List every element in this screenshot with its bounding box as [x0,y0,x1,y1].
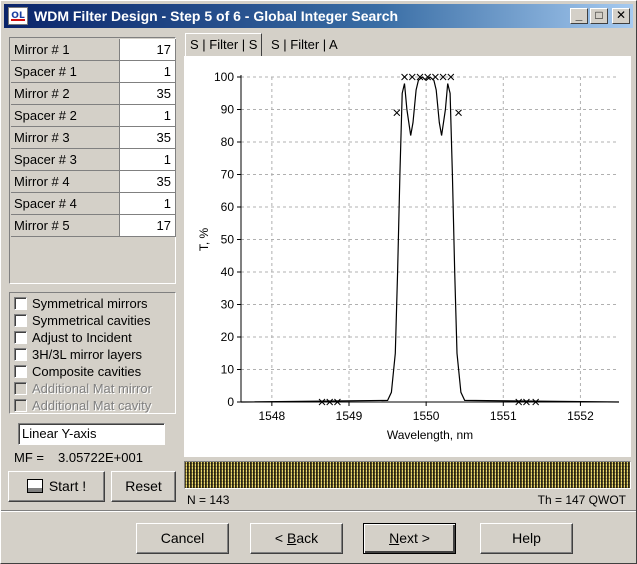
target-marker [401,73,408,81]
grid-row: Spacer # 3 1 [11,149,176,171]
wizard-window: OL WDM Filter Design - Step 5 of 6 - Glo… [0,0,637,564]
x-axis-label: Wavelength, nm [387,428,473,442]
x-tick-label: 1550 [413,409,440,423]
next-button-suffix: ext > [399,530,430,546]
title-bar[interactable]: OL WDM Filter Design - Step 5 of 6 - Glo… [4,4,633,28]
start-icon [26,479,43,493]
grid-row: Mirror # 5 17 [11,215,176,237]
layer-label: Spacer # 3 [11,149,120,171]
grid-row: Spacer # 2 1 [11,105,176,127]
close-button[interactable]: ✕ [612,8,630,24]
tab-s-filter-a[interactable]: S | Filter | A [267,34,342,56]
y-tick-label: 10 [221,363,235,377]
start-button-label: Start ! [48,478,87,494]
layer-label: Spacer # 4 [11,193,120,215]
checkbox-label: Symmetrical mirrors [32,296,148,311]
y-tick-label: 30 [221,298,235,312]
y-tick-label: 20 [221,330,235,344]
y-tick-label: 50 [221,233,235,247]
layer-label: Mirror # 3 [11,127,120,149]
layer-label: Mirror # 5 [11,215,120,237]
x-tick-label: 1551 [490,409,517,423]
thickness-status: Th = 147 QWOT [537,493,626,507]
grid-row: Mirror # 4 35 [11,171,176,193]
minimize-button[interactable]: _ [570,8,588,24]
back-button-suffix: ack [296,530,319,546]
checkbox-label: Composite cavities [32,364,142,379]
layer-label: Mirror # 4 [11,171,120,193]
layer-value-cell[interactable]: 1 [120,149,176,171]
layer-value-cell[interactable]: 17 [120,39,176,61]
back-button-prefix: < [274,530,287,546]
next-button[interactable]: Next > [363,523,456,554]
progress-strip [184,461,631,489]
checkbox-label: Additional Mat cavity [32,398,152,413]
checkbox-label: Symmetrical cavities [32,313,151,328]
checkbox-label: Adjust to Incident [32,330,132,345]
layer-label: Spacer # 1 [11,61,120,83]
y-tick-label: 100 [214,70,234,84]
grid-row: Mirror # 3 35 [11,127,176,149]
grid-row: Spacer # 4 1 [11,193,176,215]
y-tick-label: 0 [227,395,234,409]
chart-area: 0 10 20 30 40 50 60 70 80 90 100 1548 1549 1550 1551 15… [184,57,631,457]
back-button-accel: B [286,530,297,546]
y-tick-label: 90 [221,103,235,117]
layer-value-cell[interactable]: 1 [120,105,176,127]
grid-row: Mirror # 2 35 [11,83,176,105]
layer-value-cell[interactable]: 1 [120,193,176,215]
checkbox-label: Additional Mat mirror [32,381,152,396]
x-tick-label: 1552 [567,409,594,423]
cancel-button[interactable]: Cancel [136,523,229,554]
layer-value-cell[interactable]: 35 [120,83,176,105]
y-axis-mode-field[interactable]: Linear Y-axis [18,423,165,445]
grid-row: Mirror # 1 17 [11,39,176,61]
grid-row: Spacer # 1 1 [11,61,176,83]
checkbox-box[interactable] [14,297,27,310]
y-tick-label: 40 [221,265,235,279]
y-tick-label: 80 [221,135,235,149]
layer-count-status: N = 143 [187,493,230,507]
mf-label: MF = [14,450,44,465]
tab-s-filter-s[interactable]: S | Filter | S [185,33,263,57]
maximize-button[interactable]: □ [590,8,608,24]
back-button[interactable]: < Back [250,523,343,554]
checkbox-box [14,399,27,412]
start-button[interactable]: Start ! [8,471,105,502]
checkbox-box[interactable] [14,348,27,361]
checkbox-box [14,382,27,395]
x-tick-label: 1549 [336,409,363,423]
layer-value-cell[interactable]: 35 [120,171,176,193]
layer-label: Mirror # 1 [11,39,120,61]
options-group: Symmetrical mirrors Symmetrical cavities… [9,292,176,414]
layer-value-cell[interactable]: 1 [120,61,176,83]
transmission-chart: 0 10 20 30 40 50 60 70 80 90 100 1548 1549 1550 1551 15… [197,70,620,442]
next-button-accel: N [389,530,400,546]
layer-grid: Mirror # 1 17 Spacer # 1 1 Mirror # 2 35… [9,37,176,284]
help-button[interactable]: Help [480,523,573,554]
target-marker [455,109,462,117]
app-icon: OL [8,7,28,25]
checkbox-box[interactable] [14,365,27,378]
y-tick-label: 70 [221,168,235,182]
layer-value-cell[interactable]: 35 [120,127,176,149]
checkbox-box[interactable] [14,314,27,327]
layer-label: Spacer # 2 [11,105,120,127]
target-marker [393,109,401,117]
window-title: WDM Filter Design - Step 5 of 6 - Global… [34,8,399,24]
layer-value-cell[interactable]: 17 [120,215,176,237]
reset-button[interactable]: Reset [111,471,176,502]
checkbox-label: 3H/3L mirror layers [32,347,143,362]
y-tick-label: 60 [221,200,235,214]
layer-label: Mirror # 2 [11,83,120,105]
divider [1,510,636,512]
x-tick-label: 1548 [259,409,286,423]
mf-value: 3.05722E+001 [58,450,143,465]
y-axis-label: T, % [197,228,211,252]
checkbox-box[interactable] [14,331,27,344]
